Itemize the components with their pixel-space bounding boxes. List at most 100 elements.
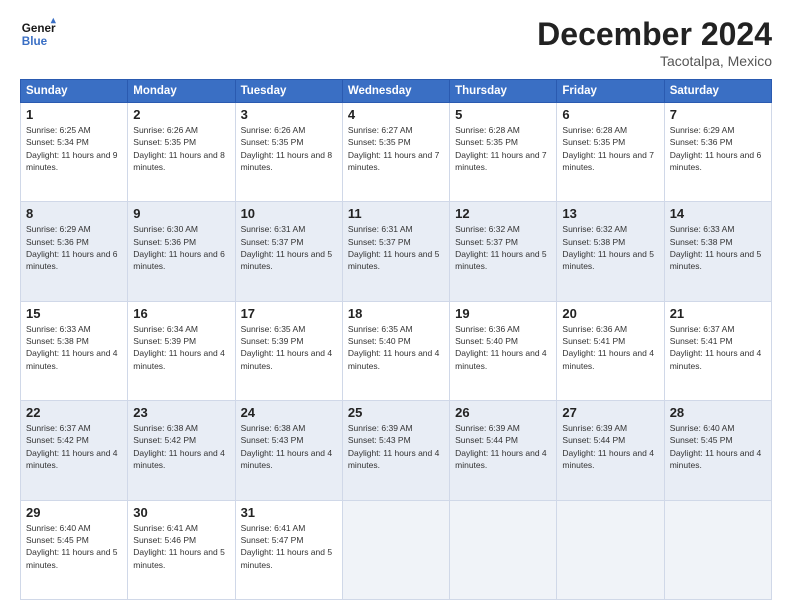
header-thursday: Thursday xyxy=(450,80,557,103)
day-info: Sunrise: 6:33 AM Sunset: 5:38 PM Dayligh… xyxy=(670,223,766,272)
calendar-day: 11 Sunrise: 6:31 AM Sunset: 5:37 PM Dayl… xyxy=(342,202,449,301)
header-tuesday: Tuesday xyxy=(235,80,342,103)
calendar-day xyxy=(450,500,557,599)
day-number: 8 xyxy=(26,206,122,221)
day-number: 9 xyxy=(133,206,229,221)
day-number: 15 xyxy=(26,306,122,321)
day-info: Sunrise: 6:28 AM Sunset: 5:35 PM Dayligh… xyxy=(562,124,658,173)
header-wednesday: Wednesday xyxy=(342,80,449,103)
day-number: 30 xyxy=(133,505,229,520)
day-number: 1 xyxy=(26,107,122,122)
calendar-week-3: 15 Sunrise: 6:33 AM Sunset: 5:38 PM Dayl… xyxy=(21,301,772,400)
day-info: Sunrise: 6:28 AM Sunset: 5:35 PM Dayligh… xyxy=(455,124,551,173)
svg-text:Blue: Blue xyxy=(22,35,48,48)
day-info: Sunrise: 6:39 AM Sunset: 5:44 PM Dayligh… xyxy=(455,422,551,471)
calendar-day: 31 Sunrise: 6:41 AM Sunset: 5:47 PM Dayl… xyxy=(235,500,342,599)
day-number: 14 xyxy=(670,206,766,221)
day-number: 24 xyxy=(241,405,337,420)
day-info: Sunrise: 6:36 AM Sunset: 5:40 PM Dayligh… xyxy=(455,323,551,372)
day-info: Sunrise: 6:25 AM Sunset: 5:34 PM Dayligh… xyxy=(26,124,122,173)
day-number: 4 xyxy=(348,107,444,122)
day-number: 5 xyxy=(455,107,551,122)
page: General Blue December 2024 Tacotalpa, Me… xyxy=(0,0,792,612)
day-number: 25 xyxy=(348,405,444,420)
day-number: 20 xyxy=(562,306,658,321)
calendar-day: 6 Sunrise: 6:28 AM Sunset: 5:35 PM Dayli… xyxy=(557,103,664,202)
calendar-day: 8 Sunrise: 6:29 AM Sunset: 5:36 PM Dayli… xyxy=(21,202,128,301)
day-number: 17 xyxy=(241,306,337,321)
calendar-header-row: Sunday Monday Tuesday Wednesday Thursday… xyxy=(21,80,772,103)
calendar-day: 22 Sunrise: 6:37 AM Sunset: 5:42 PM Dayl… xyxy=(21,401,128,500)
calendar-day: 16 Sunrise: 6:34 AM Sunset: 5:39 PM Dayl… xyxy=(128,301,235,400)
day-number: 26 xyxy=(455,405,551,420)
calendar-day: 27 Sunrise: 6:39 AM Sunset: 5:44 PM Dayl… xyxy=(557,401,664,500)
day-number: 31 xyxy=(241,505,337,520)
day-info: Sunrise: 6:37 AM Sunset: 5:42 PM Dayligh… xyxy=(26,422,122,471)
day-info: Sunrise: 6:26 AM Sunset: 5:35 PM Dayligh… xyxy=(133,124,229,173)
calendar-week-1: 1 Sunrise: 6:25 AM Sunset: 5:34 PM Dayli… xyxy=(21,103,772,202)
day-number: 23 xyxy=(133,405,229,420)
day-info: Sunrise: 6:38 AM Sunset: 5:43 PM Dayligh… xyxy=(241,422,337,471)
day-info: Sunrise: 6:41 AM Sunset: 5:47 PM Dayligh… xyxy=(241,522,337,571)
day-number: 13 xyxy=(562,206,658,221)
calendar-day: 30 Sunrise: 6:41 AM Sunset: 5:46 PM Dayl… xyxy=(128,500,235,599)
header-saturday: Saturday xyxy=(664,80,771,103)
calendar-day: 29 Sunrise: 6:40 AM Sunset: 5:45 PM Dayl… xyxy=(21,500,128,599)
day-info: Sunrise: 6:36 AM Sunset: 5:41 PM Dayligh… xyxy=(562,323,658,372)
calendar-day: 18 Sunrise: 6:35 AM Sunset: 5:40 PM Dayl… xyxy=(342,301,449,400)
day-number: 22 xyxy=(26,405,122,420)
day-number: 29 xyxy=(26,505,122,520)
calendar-day: 2 Sunrise: 6:26 AM Sunset: 5:35 PM Dayli… xyxy=(128,103,235,202)
location-title: Tacotalpa, Mexico xyxy=(537,53,772,69)
day-info: Sunrise: 6:31 AM Sunset: 5:37 PM Dayligh… xyxy=(348,223,444,272)
calendar-day: 26 Sunrise: 6:39 AM Sunset: 5:44 PM Dayl… xyxy=(450,401,557,500)
calendar-day: 19 Sunrise: 6:36 AM Sunset: 5:40 PM Dayl… xyxy=(450,301,557,400)
day-info: Sunrise: 6:29 AM Sunset: 5:36 PM Dayligh… xyxy=(26,223,122,272)
calendar-day xyxy=(342,500,449,599)
day-info: Sunrise: 6:32 AM Sunset: 5:37 PM Dayligh… xyxy=(455,223,551,272)
calendar-week-5: 29 Sunrise: 6:40 AM Sunset: 5:45 PM Dayl… xyxy=(21,500,772,599)
day-info: Sunrise: 6:27 AM Sunset: 5:35 PM Dayligh… xyxy=(348,124,444,173)
day-number: 28 xyxy=(670,405,766,420)
day-number: 19 xyxy=(455,306,551,321)
day-number: 3 xyxy=(241,107,337,122)
header-friday: Friday xyxy=(557,80,664,103)
day-info: Sunrise: 6:41 AM Sunset: 5:46 PM Dayligh… xyxy=(133,522,229,571)
day-info: Sunrise: 6:31 AM Sunset: 5:37 PM Dayligh… xyxy=(241,223,337,272)
calendar-day: 4 Sunrise: 6:27 AM Sunset: 5:35 PM Dayli… xyxy=(342,103,449,202)
title-block: December 2024 Tacotalpa, Mexico xyxy=(537,16,772,69)
calendar-day xyxy=(557,500,664,599)
calendar-day: 9 Sunrise: 6:30 AM Sunset: 5:36 PM Dayli… xyxy=(128,202,235,301)
calendar-day: 20 Sunrise: 6:36 AM Sunset: 5:41 PM Dayl… xyxy=(557,301,664,400)
calendar-week-2: 8 Sunrise: 6:29 AM Sunset: 5:36 PM Dayli… xyxy=(21,202,772,301)
day-number: 11 xyxy=(348,206,444,221)
calendar-day: 23 Sunrise: 6:38 AM Sunset: 5:42 PM Dayl… xyxy=(128,401,235,500)
header-monday: Monday xyxy=(128,80,235,103)
svg-text:General: General xyxy=(22,22,56,35)
header: General Blue December 2024 Tacotalpa, Me… xyxy=(20,16,772,69)
calendar-day: 17 Sunrise: 6:35 AM Sunset: 5:39 PM Dayl… xyxy=(235,301,342,400)
day-info: Sunrise: 6:32 AM Sunset: 5:38 PM Dayligh… xyxy=(562,223,658,272)
month-title: December 2024 xyxy=(537,16,772,53)
day-number: 27 xyxy=(562,405,658,420)
calendar-day: 12 Sunrise: 6:32 AM Sunset: 5:37 PM Dayl… xyxy=(450,202,557,301)
calendar-day: 10 Sunrise: 6:31 AM Sunset: 5:37 PM Dayl… xyxy=(235,202,342,301)
day-info: Sunrise: 6:34 AM Sunset: 5:39 PM Dayligh… xyxy=(133,323,229,372)
day-number: 10 xyxy=(241,206,337,221)
calendar-day: 5 Sunrise: 6:28 AM Sunset: 5:35 PM Dayli… xyxy=(450,103,557,202)
logo: General Blue xyxy=(20,16,56,52)
day-info: Sunrise: 6:39 AM Sunset: 5:44 PM Dayligh… xyxy=(562,422,658,471)
calendar-day: 25 Sunrise: 6:39 AM Sunset: 5:43 PM Dayl… xyxy=(342,401,449,500)
day-number: 7 xyxy=(670,107,766,122)
day-info: Sunrise: 6:26 AM Sunset: 5:35 PM Dayligh… xyxy=(241,124,337,173)
day-info: Sunrise: 6:37 AM Sunset: 5:41 PM Dayligh… xyxy=(670,323,766,372)
day-info: Sunrise: 6:30 AM Sunset: 5:36 PM Dayligh… xyxy=(133,223,229,272)
calendar-week-4: 22 Sunrise: 6:37 AM Sunset: 5:42 PM Dayl… xyxy=(21,401,772,500)
calendar-day: 14 Sunrise: 6:33 AM Sunset: 5:38 PM Dayl… xyxy=(664,202,771,301)
day-info: Sunrise: 6:35 AM Sunset: 5:40 PM Dayligh… xyxy=(348,323,444,372)
day-info: Sunrise: 6:40 AM Sunset: 5:45 PM Dayligh… xyxy=(26,522,122,571)
day-number: 16 xyxy=(133,306,229,321)
day-info: Sunrise: 6:40 AM Sunset: 5:45 PM Dayligh… xyxy=(670,422,766,471)
calendar-day: 3 Sunrise: 6:26 AM Sunset: 5:35 PM Dayli… xyxy=(235,103,342,202)
calendar-day: 1 Sunrise: 6:25 AM Sunset: 5:34 PM Dayli… xyxy=(21,103,128,202)
